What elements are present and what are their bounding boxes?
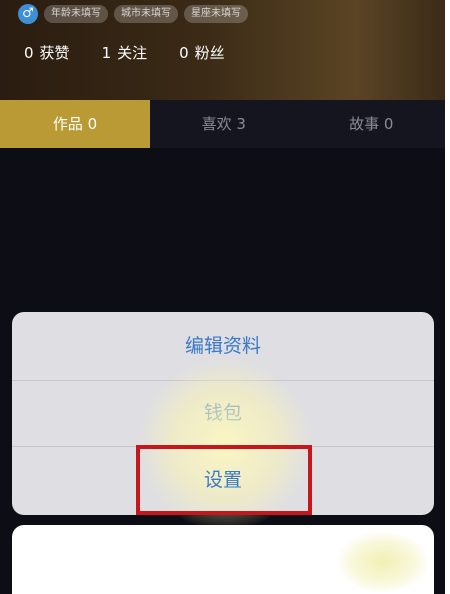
wallet-option[interactable]: 钱包 <box>12 381 434 446</box>
age-tag[interactable]: 年龄未填写 <box>44 5 108 23</box>
profile-header: ♂ 年龄未填写 城市未填写 星座未填写 0 获赞 1 关注 0 粉丝 <box>0 0 445 100</box>
cancel-glow <box>338 532 428 592</box>
tab-works[interactable]: 作品 0 <box>0 100 150 148</box>
tab-likes[interactable]: 喜欢 3 <box>150 100 298 148</box>
following-count: 1 <box>101 44 112 62</box>
following-stat[interactable]: 1 关注 <box>102 42 148 63</box>
city-tag[interactable]: 城市未填写 <box>114 5 178 23</box>
profile-stats: 0 获赞 1 关注 0 粉丝 <box>24 42 225 63</box>
followers-count: 0 <box>179 44 189 62</box>
following-label: 关注 <box>117 44 148 62</box>
followers-stat[interactable]: 0 粉丝 <box>179 42 225 63</box>
profile-tags: ♂ 年龄未填写 城市未填写 星座未填写 <box>18 4 248 24</box>
profile-screen: ♂ 年龄未填写 城市未填写 星座未填写 0 获赞 1 关注 0 粉丝 作品 0 喜欢 … <box>0 0 445 594</box>
likes-label: 获赞 <box>39 44 70 62</box>
constellation-tag[interactable]: 星座未填写 <box>184 5 248 23</box>
likes-count: 0 <box>24 44 34 62</box>
tab-stories[interactable]: 故事 0 <box>298 100 446 148</box>
likes-stat[interactable]: 0 获赞 <box>24 42 70 63</box>
content-tabs: 作品 0 喜欢 3 故事 0 <box>0 100 445 148</box>
followers-label: 粉丝 <box>194 44 225 62</box>
male-gender-icon: ♂ <box>18 4 38 24</box>
edit-profile-option[interactable]: 编辑资料 <box>12 312 434 380</box>
settings-highlight-box <box>136 445 312 515</box>
